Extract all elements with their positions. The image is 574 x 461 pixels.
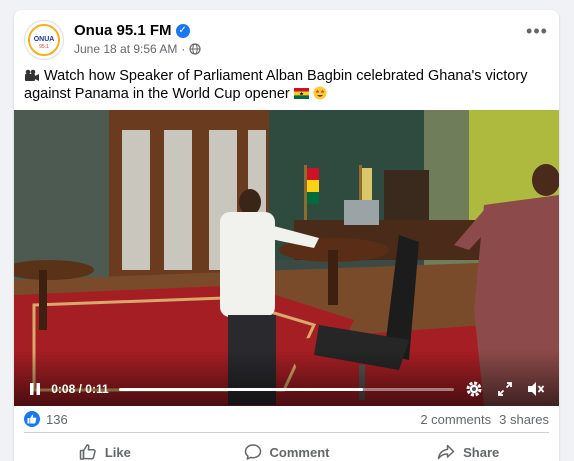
caption-text: Watch how Speaker of Parliament Alban Ba… — [24, 68, 528, 102]
star-struck-emoji — [313, 86, 327, 102]
page-name-text[interactable]: Onua 95.1 FM — [74, 22, 172, 39]
page-avatar[interactable]: ONUA 95.1 — [24, 20, 64, 60]
duration: 0:11 — [85, 382, 109, 396]
share-icon — [437, 444, 455, 460]
engagement-counts: 2 comments 3 shares — [420, 412, 549, 427]
post-actions: Like Comment Share — [14, 433, 559, 461]
post-header: ONUA 95.1 Onua 95.1 FM ✓ June 18 at 9:56… — [14, 10, 559, 62]
video-player[interactable]: 0:08 / 0:11 — [14, 110, 559, 406]
ghana-flag-emoji — [293, 86, 313, 102]
globe-icon[interactable] — [189, 43, 202, 55]
pause-icon[interactable] — [26, 380, 43, 398]
share-label: Share — [463, 444, 500, 460]
comment-icon — [244, 444, 261, 460]
like-reaction-icon[interactable] — [24, 411, 40, 427]
comment-button[interactable]: Comment — [196, 433, 378, 461]
post-caption: Watch how Speaker of Parliament Alban Ba… — [24, 67, 552, 103]
post-meta: June 18 at 9:56 AM · — [74, 42, 202, 56]
reactions-bar: 136 2 comments 3 shares — [24, 408, 549, 430]
thumbs-up-icon — [79, 444, 96, 460]
more-options-icon[interactable]: ••• — [525, 22, 549, 44]
video-frame — [14, 110, 559, 406]
progress-bar[interactable] — [118, 387, 454, 391]
video-controls: 0:08 / 0:11 — [14, 372, 559, 406]
onua-logo: ONUA 95.1 — [28, 24, 60, 56]
share-button[interactable]: Share — [377, 433, 559, 461]
post-card: ONUA 95.1 Onua 95.1 FM ✓ June 18 at 9:56… — [14, 10, 559, 461]
logo-text: ONUA — [34, 36, 55, 43]
mute-icon[interactable] — [526, 379, 547, 399]
reaction-count[interactable]: 136 — [46, 412, 68, 427]
fullscreen-icon[interactable] — [495, 379, 516, 399]
like-button[interactable]: Like — [14, 433, 196, 461]
page-name[interactable]: Onua 95.1 FM ✓ — [74, 22, 190, 39]
logo-sub: 95.1 — [39, 44, 49, 50]
video-time: 0:08 / 0:11 — [51, 382, 108, 396]
shares-count[interactable]: 3 shares — [499, 412, 549, 427]
settings-icon[interactable] — [464, 379, 485, 399]
current-time: 0:08 — [51, 382, 76, 396]
comment-label: Comment — [269, 444, 330, 460]
time-separator: / — [75, 382, 86, 396]
verified-badge-icon: ✓ — [175, 23, 190, 38]
post-date[interactable]: June 18 at 9:56 AM — [74, 42, 177, 56]
meta-separator: · — [181, 42, 186, 56]
comments-count[interactable]: 2 comments — [420, 412, 491, 427]
like-label: Like — [104, 444, 131, 460]
progress-fill — [118, 387, 364, 391]
video-camera-icon — [25, 69, 39, 81]
